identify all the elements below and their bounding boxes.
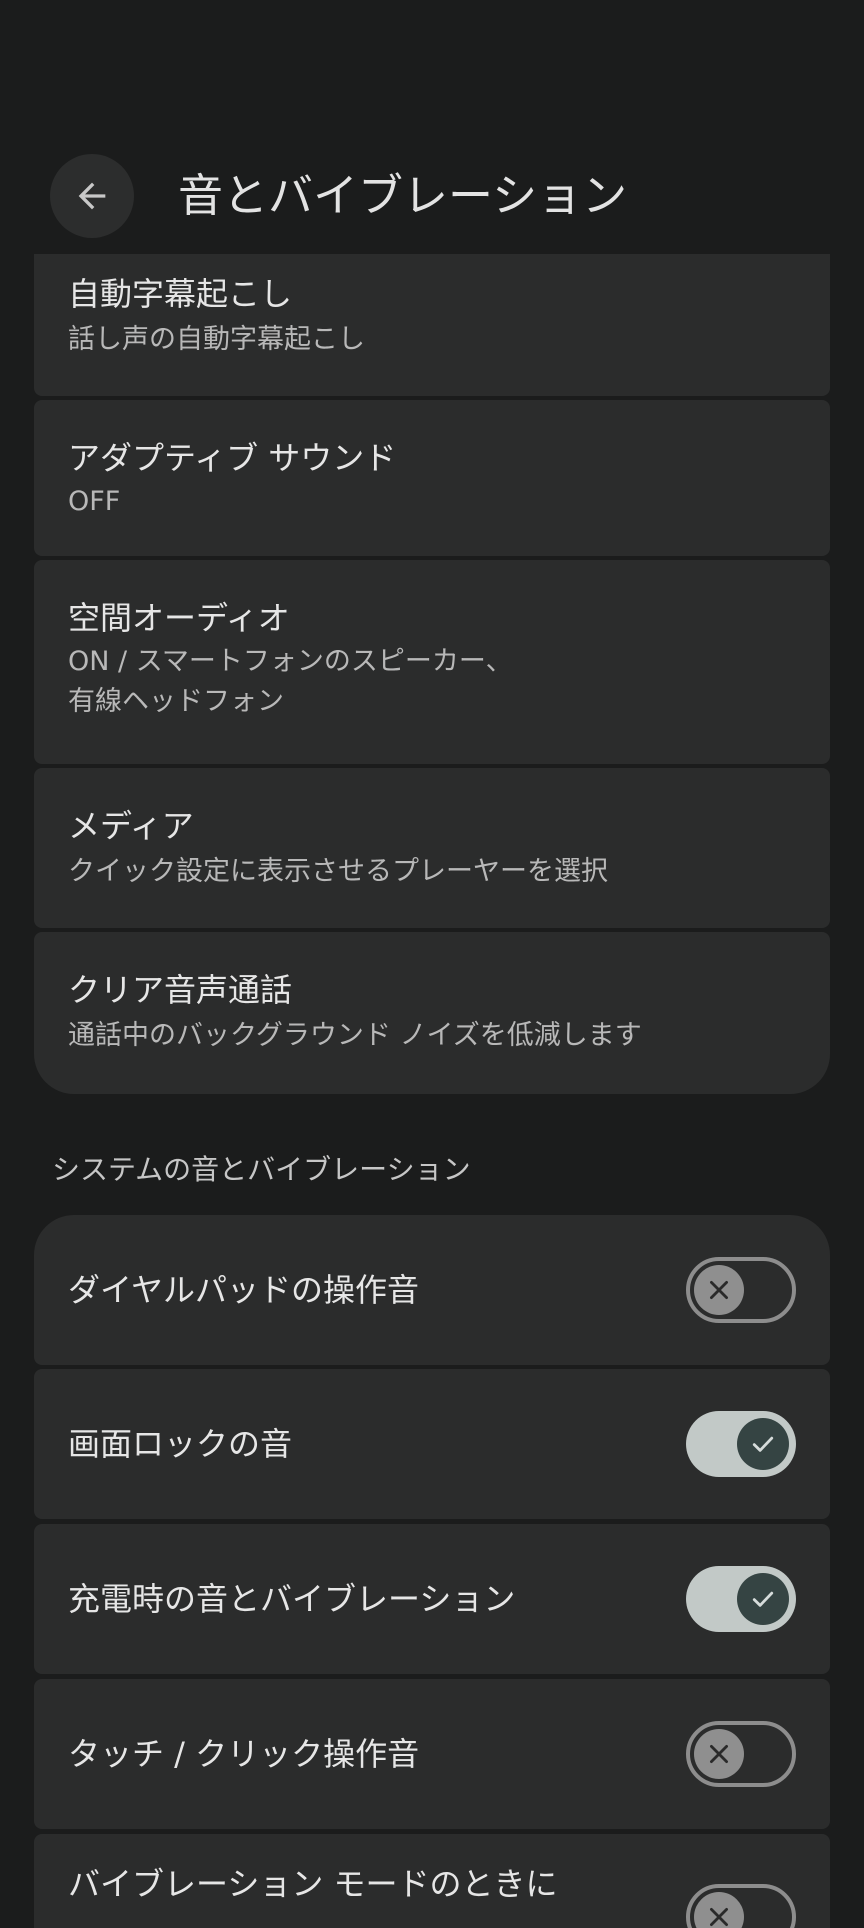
close-icon <box>710 1281 728 1299</box>
toggle-row-charging-sounds[interactable]: 充電時の音とバイブレーション <box>34 1524 830 1674</box>
touch-sounds-switch[interactable] <box>686 1721 796 1787</box>
setting-adaptive-sound[interactable]: アダプティブ サウンド OFF <box>34 400 830 556</box>
setting-title: 空間オーディオ <box>68 599 290 637</box>
setting-live-caption[interactable]: 自動字幕起こし 話し声の自動字幕起こし <box>34 254 830 396</box>
setting-title: アダプティブ サウンド <box>68 439 397 477</box>
check-icon <box>752 1436 774 1452</box>
setting-clear-calling[interactable]: クリア音声通話 通話中のバックグラウンド ノイズを低減します <box>34 932 830 1094</box>
toggle-row-vibrate-mode[interactable]: バイブレーション モードのときに <box>34 1834 830 1928</box>
setting-title: 自動字幕起こし <box>68 275 293 313</box>
setting-subtitle: クイック設定に表示させるプレーヤーを選択 <box>68 856 608 887</box>
setting-subtitle: 話し声の自動字幕起こし <box>68 324 365 355</box>
setting-subtitle: 通話中のバックグラウンド ノイズを低減します <box>68 1020 642 1051</box>
top-app-bar: 音とバイブレーション <box>0 150 864 242</box>
setting-title: メディア <box>68 807 194 845</box>
charging-sounds-switch[interactable] <box>686 1566 796 1632</box>
setting-subtitle: OFF <box>68 486 121 517</box>
toggle-label: タッチ / クリック操作音 <box>68 1735 420 1773</box>
toggle-row-screen-lock-sound[interactable]: 画面ロックの音 <box>34 1369 830 1519</box>
arrow-back-icon <box>78 182 106 210</box>
dialpad-tones-switch[interactable] <box>686 1257 796 1323</box>
switch-thumb <box>737 1573 789 1625</box>
toggle-label: ダイヤルパッドの操作音 <box>68 1271 420 1309</box>
screen-lock-sound-switch[interactable] <box>686 1411 796 1477</box>
toggle-row-touch-sounds[interactable]: タッチ / クリック操作音 <box>34 1679 830 1829</box>
page-title: 音とバイブレーション <box>178 169 628 222</box>
setting-spatial-audio[interactable]: 空間オーディオ ON / スマートフォンのスピーカー、 有線ヘッドフォン <box>34 560 830 764</box>
check-icon <box>752 1591 774 1607</box>
switch-thumb <box>694 1729 744 1779</box>
close-icon <box>710 1745 728 1763</box>
switch-thumb <box>737 1418 789 1470</box>
switch-thumb <box>694 1892 744 1928</box>
back-button[interactable] <box>50 154 134 238</box>
toggle-label: 画面ロックの音 <box>68 1425 293 1463</box>
toggle-label: 充電時の音とバイブレーション <box>68 1580 516 1618</box>
close-icon <box>710 1908 728 1926</box>
setting-media[interactable]: メディア クイック設定に表示させるプレーヤーを選択 <box>34 768 830 928</box>
section-header-system-sounds: システムの音とバイブレーション <box>52 1153 471 1186</box>
setting-title: クリア音声通話 <box>68 971 293 1009</box>
vibrate-mode-switch[interactable] <box>686 1884 796 1928</box>
toggle-label: バイブレーション モードのときに <box>68 1865 558 1903</box>
setting-subtitle: ON / スマートフォンのスピーカー、 有線ヘッドフォン <box>68 646 513 717</box>
settings-screen: 音とバイブレーション 自動字幕起こし 話し声の自動字幕起こし アダプティブ サウ… <box>0 0 864 1928</box>
switch-thumb <box>694 1265 744 1315</box>
toggle-row-dialpad-tones[interactable]: ダイヤルパッドの操作音 <box>34 1215 830 1365</box>
